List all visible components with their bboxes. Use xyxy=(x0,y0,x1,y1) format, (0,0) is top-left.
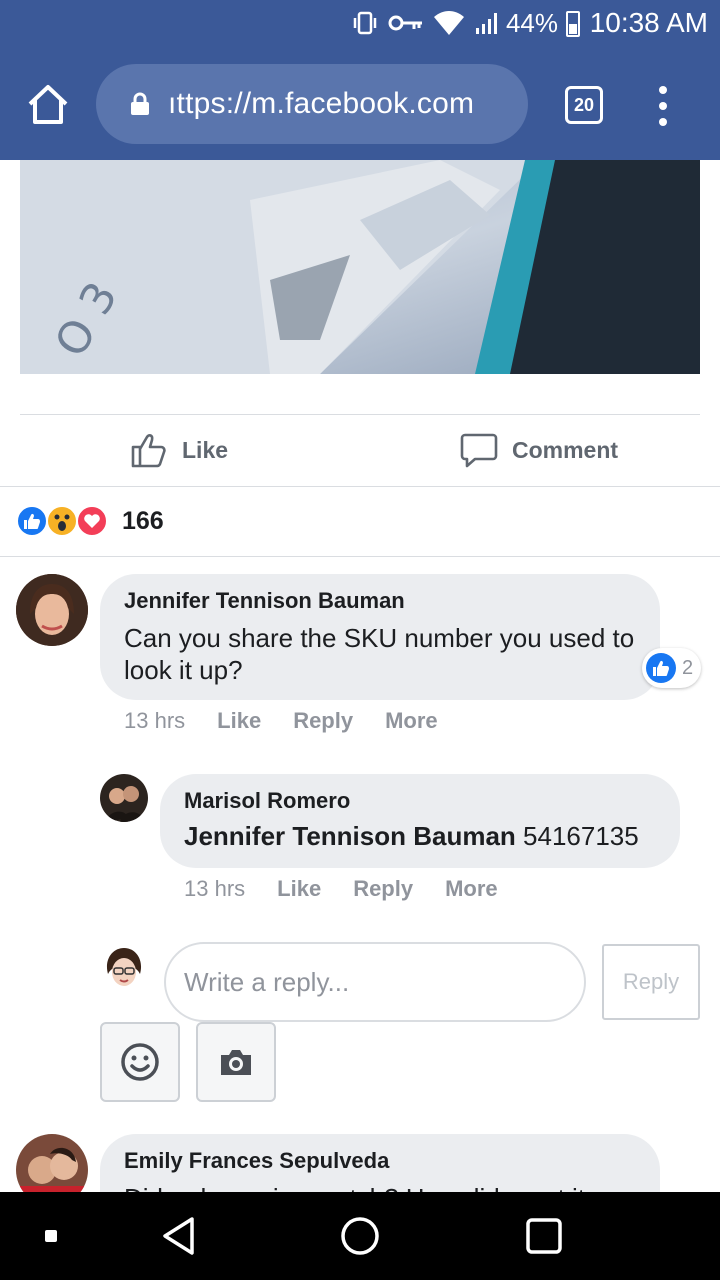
reply-body: 54167135 xyxy=(523,821,639,851)
wow-reaction-icon xyxy=(46,505,78,537)
clock: 10:38 AM xyxy=(589,7,708,38)
divider xyxy=(0,486,720,487)
reactions-summary[interactable]: 166 xyxy=(16,503,164,539)
battery-icon xyxy=(566,11,580,37)
recents-button[interactable] xyxy=(516,1192,572,1280)
system-navigation-bar xyxy=(0,1192,720,1280)
like-count-value: 2 xyxy=(682,656,694,679)
comment-actions: 13 hrs Like Reply More xyxy=(124,708,470,734)
divider xyxy=(20,414,700,415)
reply-actions: 13 hrs Like Reply More xyxy=(184,876,530,902)
post-image[interactable]: O 3 xyxy=(20,160,700,374)
smiley-icon xyxy=(121,1043,159,1081)
photo-button[interactable] xyxy=(196,1022,276,1102)
thumbs-up-icon xyxy=(131,434,166,468)
key-icon xyxy=(388,15,422,31)
comment-more-link[interactable]: More xyxy=(385,708,438,734)
lock-icon xyxy=(131,92,149,115)
back-button[interactable] xyxy=(150,1192,206,1280)
reply-more-link[interactable]: More xyxy=(445,876,498,902)
reaction-count: 166 xyxy=(122,506,164,535)
comment-label: Comment xyxy=(512,436,619,463)
avatar xyxy=(100,944,148,992)
vibrate-icon xyxy=(353,11,377,35)
like-reaction-icon xyxy=(646,653,676,683)
comment-author[interactable]: Emily Frances Sepulveda xyxy=(124,1148,389,1174)
comment-reply-link[interactable]: Reply xyxy=(293,708,353,734)
emoji-button[interactable] xyxy=(100,1022,180,1102)
reply-text: Jennifer Tennison Bauman 54167135 xyxy=(184,820,639,852)
notification-dot xyxy=(36,1192,66,1280)
tab-switcher-button[interactable]: 20 xyxy=(565,86,603,124)
like-label: Like xyxy=(182,436,229,463)
reply-reply-link[interactable]: Reply xyxy=(353,876,413,902)
comment-like-count[interactable]: 2 xyxy=(642,648,702,688)
signal-icon xyxy=(476,13,497,34)
home-circle-icon xyxy=(341,1217,379,1255)
status-icons xyxy=(352,10,502,36)
recents-icon xyxy=(526,1218,562,1254)
comment-button[interactable]: Comment xyxy=(460,430,618,470)
home-icon[interactable] xyxy=(26,82,70,126)
comment-timestamp[interactable]: 13 hrs xyxy=(124,708,185,734)
reply-timestamp[interactable]: 13 hrs xyxy=(184,876,245,902)
reply-submit-button[interactable]: Reply xyxy=(602,944,700,1020)
reply-bubble: Marisol Romero Jennifer Tennison Bauman … xyxy=(160,774,680,868)
reply-mention[interactable]: Jennifer Tennison Bauman xyxy=(184,821,516,851)
reply-input[interactable]: Write a reply... xyxy=(164,942,586,1022)
back-icon xyxy=(163,1217,194,1255)
love-reaction-icon xyxy=(76,505,108,537)
browser-toolbar: 44% 10:38 AM ıttps://m.facebook.com 20 xyxy=(0,0,720,160)
like-reaction-icon xyxy=(16,505,48,537)
battery-percent: 44% xyxy=(505,8,558,38)
comment-bubble: Jennifer Tennison Bauman Can you share t… xyxy=(100,574,660,700)
url-text: ıttps://m.facebook.com xyxy=(168,87,475,120)
comment-like-link[interactable]: Like xyxy=(217,708,261,734)
avatar[interactable] xyxy=(16,574,88,646)
status-bar: 44% 10:38 AM xyxy=(0,0,720,50)
overflow-menu-icon[interactable] xyxy=(654,86,672,126)
reply-author[interactable]: Marisol Romero xyxy=(184,788,350,814)
comment-author[interactable]: Jennifer Tennison Bauman xyxy=(124,588,405,614)
reply-like-link[interactable]: Like xyxy=(277,876,321,902)
product-photo: O 3 xyxy=(20,160,700,374)
comment-icon xyxy=(460,433,498,468)
wifi-icon xyxy=(434,11,464,35)
avatar[interactable] xyxy=(100,774,148,822)
comment-text: Can you share the SKU number you used to… xyxy=(124,623,635,685)
home-button[interactable] xyxy=(332,1192,388,1280)
divider xyxy=(0,556,720,557)
url-bar[interactable]: ıttps://m.facebook.com xyxy=(96,64,528,144)
camera-icon xyxy=(221,1050,251,1075)
like-button[interactable]: Like xyxy=(130,430,228,470)
